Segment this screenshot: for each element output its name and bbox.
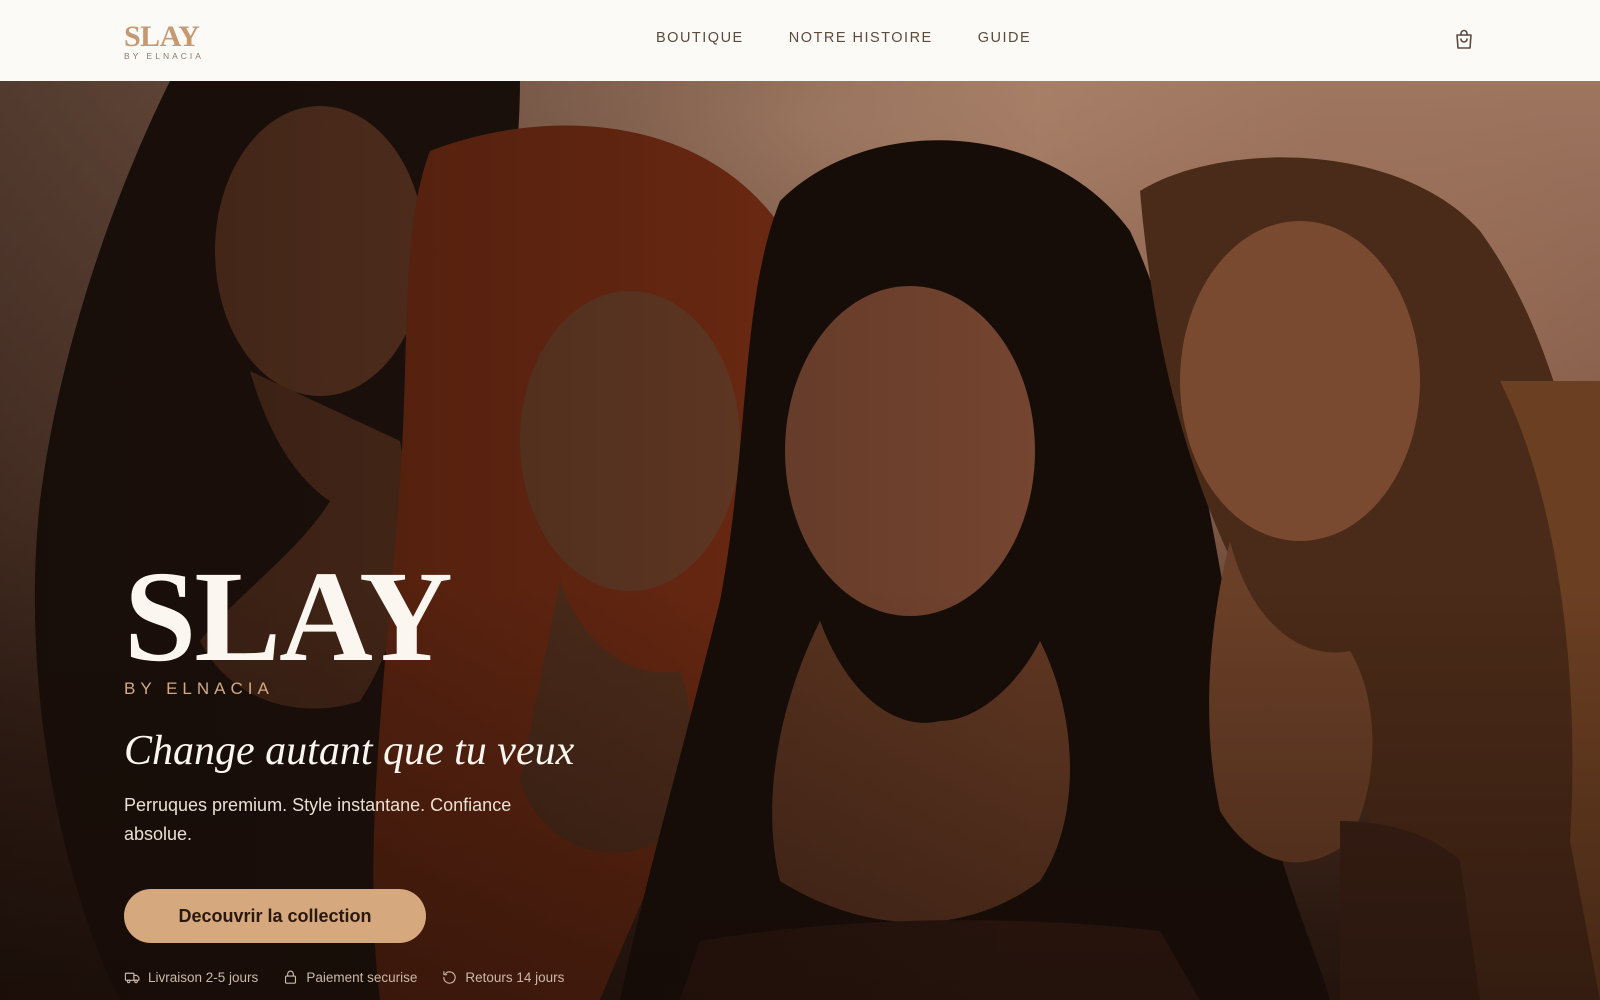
hero-description: Perruques premium. Style instantane. Con…: [124, 795, 512, 844]
logo-tagline: BY ELNACIA: [124, 51, 204, 61]
hero-content: SLAY BY ELNACIA Change autant que tu veu…: [124, 545, 744, 986]
hero-section: SLAY BY ELNACIA Change autant que tu veu…: [0, 81, 1600, 1000]
site-header: SLAY BY ELNACIA BOUTIQUE NOTRE HISTOIRE …: [0, 0, 1600, 81]
hero-title: SLAY: [124, 545, 453, 689]
trust-item-payment: Paiement securise: [282, 969, 417, 986]
trust-label-payment: Paiement securise: [306, 970, 418, 985]
trust-item-returns: Retours 14 jours: [441, 969, 564, 986]
trust-label-returns: Retours 14 jours: [465, 970, 565, 985]
nav-item-boutique[interactable]: BOUTIQUE: [656, 30, 744, 46]
shopping-bag-icon: [1456, 29, 1472, 49]
trust-label-delivery: Livraison 2-5 jours: [148, 970, 259, 985]
trust-item-delivery: Livraison 2-5 jours: [124, 969, 258, 986]
hero-tagline: Change autant que tu veux: [124, 728, 575, 774]
nav-item-notre-histoire[interactable]: NOTRE HISTOIRE: [789, 30, 933, 46]
discover-collection-button[interactable]: Decouvrir la collection: [124, 889, 426, 943]
logo-wordmark: SLAY: [124, 20, 200, 53]
return-icon: [443, 971, 457, 984]
logo[interactable]: SLAY BY ELNACIA: [124, 22, 234, 62]
truck-icon: [124, 972, 140, 984]
trust-badges: Livraison 2-5 jours Paiement securise Re…: [124, 969, 744, 986]
lock-icon: [285, 970, 297, 984]
main-nav: BOUTIQUE NOTRE HISTOIRE GUIDE: [656, 30, 1031, 46]
cart-button[interactable]: [1452, 28, 1476, 52]
nav-item-guide[interactable]: GUIDE: [978, 30, 1031, 46]
